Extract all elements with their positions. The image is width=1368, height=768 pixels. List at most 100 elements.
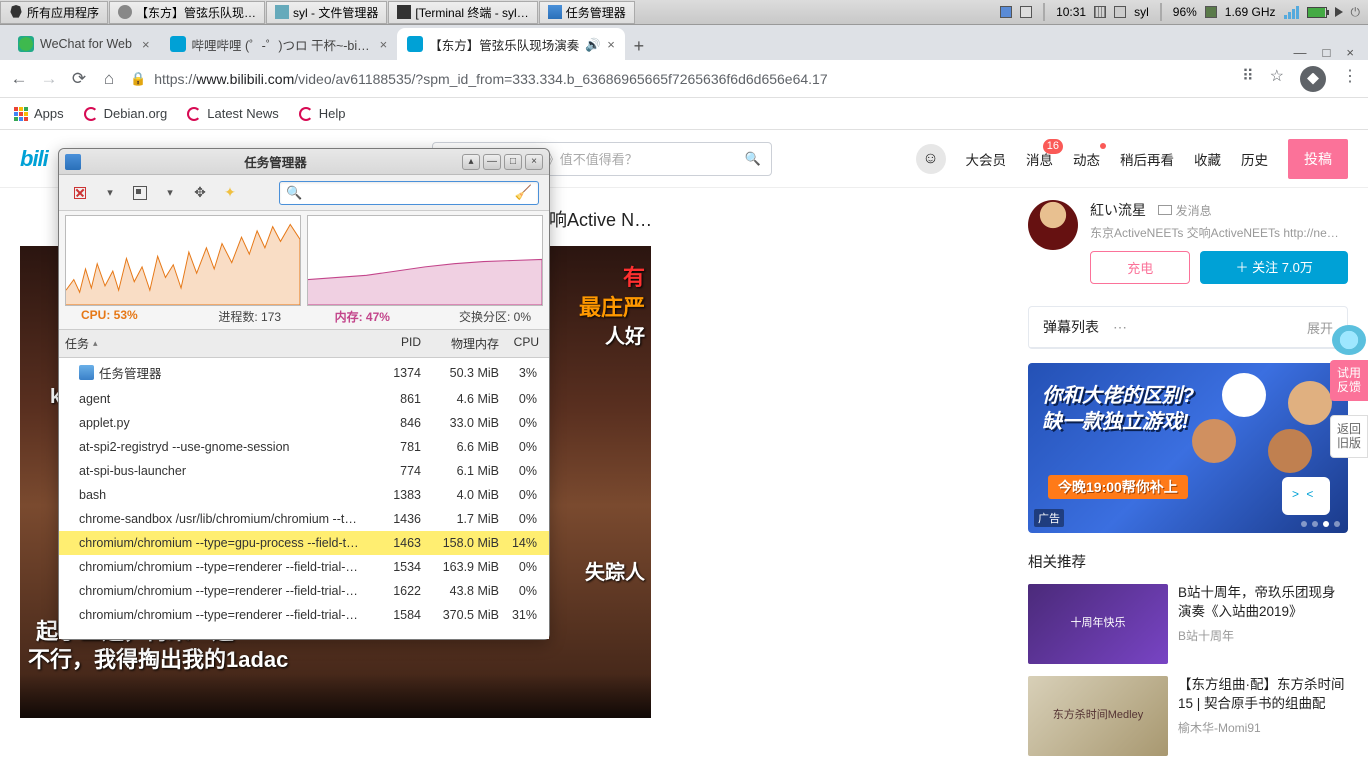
process-row[interactable]: agent8614.6 MiB0% [59, 387, 549, 411]
reload-button[interactable]: ⟳ [70, 70, 88, 88]
minimize-icon[interactable]: — [1294, 45, 1307, 60]
process-row[interactable]: bash13834.0 MiB0% [59, 483, 549, 507]
filter-input[interactable]: 🔍 🧹 [279, 181, 539, 205]
keyboard-icon[interactable] [1094, 6, 1106, 18]
titlebar[interactable]: 任务管理器 ▴ — □ × [59, 149, 549, 175]
taskbar-item-4[interactable]: 任务管理器 [539, 1, 635, 24]
close-tab-icon[interactable]: × [142, 37, 150, 52]
bookmark-item[interactable]: Latest News [187, 106, 279, 121]
move-button[interactable]: ✥ [189, 182, 211, 204]
nav-later[interactable]: 稍后再看 [1120, 149, 1174, 169]
profile-avatar-icon[interactable] [1300, 66, 1326, 92]
tray-icon[interactable] [1020, 6, 1032, 18]
uploader-avatar[interactable] [1028, 200, 1078, 250]
process-row[interactable]: applet.py84633.0 MiB0% [59, 411, 549, 435]
bookmark-item[interactable]: Help [299, 106, 346, 121]
related-video[interactable]: 十周年快乐 B站十周年，帝玖乐团现身演奏《入站曲2019》B站十周年 [1028, 584, 1348, 664]
ad-tag: 广告 [1034, 509, 1064, 527]
ontop-button[interactable]: ▴ [462, 154, 480, 170]
feedback-button[interactable]: 试用 反馈 [1330, 360, 1368, 401]
view-mode-button[interactable] [129, 182, 151, 204]
charge-button[interactable]: 充电 [1090, 251, 1190, 284]
nav-activity[interactable]: 动态 [1073, 149, 1100, 169]
follow-button[interactable]: ＋ 关注 7.0万 [1200, 251, 1348, 284]
menu-icon[interactable]: ⋮ [1342, 66, 1358, 92]
nav-messages[interactable]: 消息16 [1026, 149, 1053, 169]
new-tab-button[interactable]: + [625, 32, 653, 60]
old-version-button[interactable]: 返回 旧版 [1330, 415, 1368, 458]
translate-icon[interactable]: ⠿ [1242, 66, 1254, 92]
uploader-name[interactable]: 紅い流星 [1090, 202, 1146, 218]
process-row[interactable]: chromium/chromium --type=gpu-process --f… [59, 531, 549, 555]
col-mem[interactable]: 物理内存 [427, 330, 505, 357]
bilibili-logo[interactable]: bili [20, 146, 48, 172]
post-button[interactable]: 投稿 [1288, 139, 1348, 179]
carousel-dots[interactable] [1301, 521, 1340, 527]
user-avatar[interactable]: ☺ [916, 144, 946, 174]
url-input[interactable]: 🔒 https://www.bilibili.com/video/av61188… [130, 71, 1230, 87]
send-message-link[interactable]: 发消息 [1158, 202, 1212, 219]
user-label: syl [1134, 5, 1149, 19]
taskbar-item-3[interactable]: [Terminal 终端 - syl… [388, 1, 537, 24]
more-menu-icon[interactable]: ⋯ [1111, 319, 1129, 336]
home-button[interactable]: ⌂ [100, 70, 118, 88]
clock[interactable]: 10:31 [1056, 5, 1086, 19]
taskbar-item-1[interactable]: 【东方】管弦乐队现… [109, 1, 265, 24]
process-row[interactable]: 任务管理器137450.3 MiB3% [59, 358, 549, 387]
maximize-button[interactable]: □ [504, 154, 522, 170]
cpu-stat: CPU: 53% [67, 308, 194, 325]
process-row[interactable]: chromium/chromium --type=renderer --fiel… [59, 603, 549, 627]
close-icon[interactable]: × [1346, 45, 1354, 60]
nav-collect[interactable]: 收藏 [1194, 149, 1221, 169]
battery-icon[interactable] [1307, 7, 1327, 18]
debian-icon [84, 107, 98, 121]
browser-tab-active[interactable]: 【东方】管弦乐队现场演奏 🔊 × [397, 28, 625, 60]
bookmark-star-icon[interactable]: ☆ [1270, 66, 1284, 92]
browser-tab[interactable]: WeChat for Web × [8, 28, 160, 60]
audio-icon[interactable]: 🔊 [585, 38, 597, 50]
apps-shortcut[interactable]: Apps [14, 106, 64, 121]
process-row[interactable]: chrome-sandbox /usr/lib/chromium/chromiu… [59, 507, 549, 531]
power-icon[interactable]: ⏻ [1351, 5, 1361, 20]
bookmark-item[interactable]: Debian.org [84, 106, 168, 121]
close-tab-icon[interactable]: × [380, 37, 388, 52]
speaker-icon[interactable] [1335, 7, 1343, 17]
promo-card[interactable]: 你和大佬的区别? 缺一款独立游戏! 今晚19:00帮你补上 广告 [1028, 363, 1348, 533]
taskbar-item-2[interactable]: syl - 文件管理器 [266, 1, 387, 24]
process-row[interactable]: chromium/chromium --type=renderer --fiel… [59, 555, 549, 579]
col-cpu[interactable]: CPU [505, 330, 549, 357]
process-row[interactable]: at-spi-bus-launcher7746.1 MiB0% [59, 459, 549, 483]
process-row[interactable]: at-spi2-registryd --use-gnome-session781… [59, 435, 549, 459]
tray-icon[interactable] [1000, 6, 1012, 18]
col-pid[interactable]: PID [379, 330, 427, 357]
start-menu-button[interactable]: 所有应用程序 [0, 1, 108, 24]
nav-history[interactable]: 历史 [1241, 149, 1268, 169]
toolbar: ✥ ✦ 🔍 🧹 [59, 175, 549, 211]
tray-icon[interactable] [1114, 6, 1126, 18]
process-row[interactable]: chromium/chromium --type=renderer --fiel… [59, 579, 549, 603]
maximize-icon[interactable]: □ [1323, 45, 1331, 60]
clear-filter-icon[interactable]: 🧹 [515, 184, 532, 201]
kill-process-button[interactable] [69, 182, 91, 204]
video-thumbnail: 十周年快乐 [1028, 584, 1168, 664]
nav-member[interactable]: 大会员 [966, 149, 1007, 169]
col-task[interactable]: 任务▴ [59, 330, 379, 357]
expand-button[interactable]: 展开 [1307, 318, 1333, 337]
star-button[interactable]: ✦ [219, 182, 241, 204]
back-button[interactable]: ← [10, 70, 28, 88]
tab-strip: WeChat for Web × 哔哩哔哩 (゜-゜)つロ 干杯~-bi… × … [0, 25, 1368, 60]
dropdown-button[interactable] [159, 182, 181, 204]
related-video[interactable]: 东方杀时间Medley 【东方组曲·配】东方杀时间15 | 契合原手书的组曲配榆… [1028, 676, 1348, 756]
forward-button[interactable]: → [40, 70, 58, 88]
player-controls[interactable] [20, 674, 651, 718]
close-button[interactable]: × [525, 154, 543, 170]
search-icon[interactable]: 🔍 [745, 151, 761, 167]
close-tab-icon[interactable]: × [607, 37, 615, 52]
process-count: 进程数: 173 [194, 308, 307, 325]
apps-grid-icon [14, 107, 28, 121]
minimize-button[interactable]: — [483, 154, 501, 170]
debian-icon [299, 107, 313, 121]
browser-tab[interactable]: 哔哩哔哩 (゜-゜)つロ 干杯~-bi… × [160, 28, 398, 60]
dropdown-button[interactable] [99, 182, 121, 204]
network-icon[interactable] [1284, 5, 1299, 19]
